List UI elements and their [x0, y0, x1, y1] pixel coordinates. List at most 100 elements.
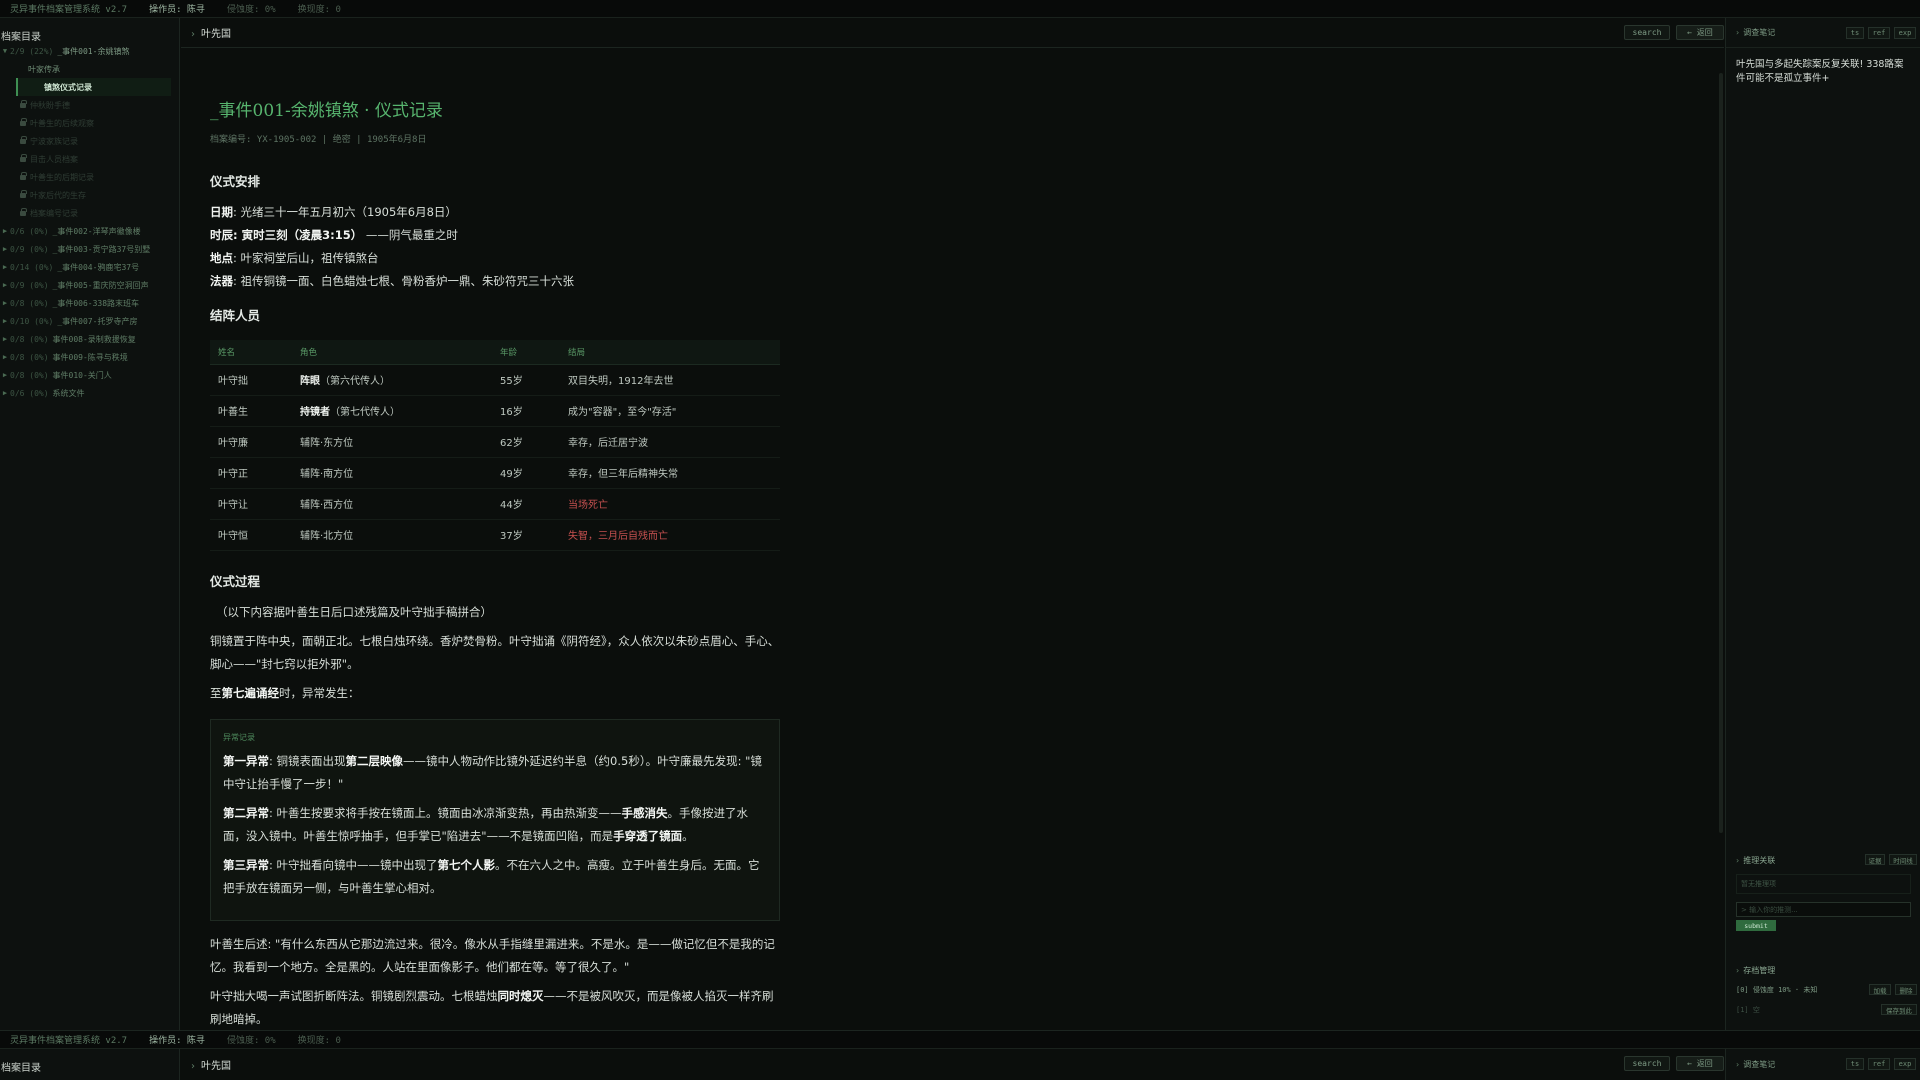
case-item[interactable]: ▶ 0/8 (0%) 事件009-陈寻与秩境: [0, 348, 179, 366]
case-sub-item[interactable]: 仲秋盼手德: [0, 96, 179, 114]
arrangement-row: 时辰: 寅时三刻（凌晨3:15） ——阴气最重之时: [210, 224, 780, 247]
case-tree: ▼ 2/9 (22%) _事件001-余姚镇煞 叶家传承 镇煞仪式记录 仲秋盼手德叶…: [0, 42, 179, 402]
person-name: 叶守拙: [210, 364, 292, 396]
arrangement-list: 日期: 光绪三十一年五月初六（1905年6月8日） 时辰: 寅时三刻（凌晨3:15…: [210, 201, 780, 293]
search-button[interactable]: search: [1624, 1056, 1670, 1071]
case-name: _事件003-贡宁路37号别墅: [52, 244, 151, 254]
notes-textarea[interactable]: 叶先国与多起失踪案反复关联! 338路案件可能不是孤立事件+: [1726, 48, 1920, 86]
person-role: 阵眼（第六代传人）: [292, 364, 492, 396]
back-button[interactable]: ← 返回: [1676, 1056, 1724, 1071]
case-name: _事件006-338路末班车: [52, 298, 140, 308]
chevron-right-icon: ▶: [2, 371, 8, 379]
notes-panel: › 调查笔记 ts ref exp 叶先国与多起失踪案反复关联! 338路案件可能…: [1725, 18, 1920, 1030]
paragraph: 叶守拙大喝一声试图折断阵法。铜镜剧烈震动。七根蜡烛同时熄灭——不是被风吹灭，而是…: [210, 988, 774, 1026]
column-header: 角色: [292, 340, 492, 365]
case-sub-item[interactable]: 宁波家族记录: [0, 132, 179, 150]
sub-item-label: 宁波家族记录: [30, 136, 78, 146]
evidence-button[interactable]: 证据: [1865, 854, 1885, 865]
export-button[interactable]: exp: [1894, 1058, 1916, 1070]
search-button[interactable]: search: [1624, 25, 1670, 40]
person-role: 持镜者（第七代传人）: [292, 395, 492, 427]
case-item[interactable]: ▶ 0/6 (0%) 系统文件: [0, 384, 179, 402]
table-row: 叶守让 辅阵·西方位 44岁 当场死亡: [210, 488, 780, 520]
lock-icon: [20, 117, 27, 126]
breadcrumb-label[interactable]: 叶先国: [201, 1061, 231, 1072]
arrangement-row: 法器: 祖传铜镜一面、白色蜡烛七根、骨粉香炉一鼎、朱砂符咒三十六张: [210, 270, 780, 293]
chevron-right-icon: ›: [1736, 28, 1740, 37]
case-sub-item[interactable]: 目击人员档案: [0, 150, 179, 168]
role-rest: （第六代传人）: [320, 376, 390, 387]
timestamp-button[interactable]: ts: [1846, 1058, 1864, 1070]
case-item[interactable]: ▶ 0/8 (0%) 事件008-录制救援恢复: [0, 330, 179, 348]
erosion-readout: 侵蚀度: 0%: [226, 1036, 276, 1046]
role-rest: （第七代传人）: [330, 407, 400, 418]
anomaly-text: : 铜镜表面出现: [269, 753, 346, 768]
case-sub-item[interactable]: 叶家后代的生存: [0, 186, 179, 204]
paragraph: 铜镜置于阵中央，面朝正北。七根白烛环绕。香炉焚骨粉。叶守拙诵《阴符经》，众人依次…: [210, 633, 780, 671]
reference-button[interactable]: ref: [1868, 27, 1890, 39]
erosion-readout: 侵蚀度: 0%: [226, 5, 276, 15]
timeline-button[interactable]: 时间线: [1889, 854, 1917, 865]
person-age: 44岁: [492, 488, 560, 520]
submit-button[interactable]: submit: [1736, 920, 1776, 931]
chevron-right-icon: ▶: [2, 317, 8, 325]
anomaly-text: 。: [682, 828, 694, 843]
chevron-right-icon: ▶: [2, 299, 8, 307]
operator-label: 操作员: 陈寻: [149, 5, 205, 15]
case-progress: 0/6 (0%): [10, 226, 49, 236]
timestamp-button[interactable]: ts: [1846, 27, 1864, 39]
table-header-row: 姓名 角色 年龄 结局: [210, 340, 780, 365]
case-item[interactable]: ▶ 0/8 (0%) 事件010-关门人: [0, 366, 179, 384]
person-role: 辅阵·北方位: [292, 519, 492, 551]
chevron-right-icon: ›: [191, 1060, 195, 1072]
chevron-right-icon: ›: [1736, 965, 1740, 975]
anomaly-readout: 换现度: 0: [297, 1036, 341, 1046]
chevron-right-icon: ▶: [2, 245, 8, 253]
case-sub-item[interactable]: 镇煞仪式记录: [16, 78, 171, 96]
sidebar-title: 档案目录: [1, 1063, 41, 1074]
paragraph: 至第七遍诵经时，异常发生：: [210, 685, 360, 700]
save-here-button[interactable]: 保存到此: [1881, 1004, 1917, 1015]
delete-button[interactable]: 删除: [1895, 984, 1917, 995]
main-panel: › 叶先国 search ← 返回 _事件001-余姚镇煞 · 仪式记录 档案编号…: [181, 18, 1724, 1030]
reference-button[interactable]: ref: [1868, 1058, 1890, 1070]
breadcrumb-label[interactable]: 叶先国: [201, 29, 231, 40]
case-item[interactable]: ▶ 0/8 (0%) _事件006-338路末班车: [0, 294, 179, 312]
save-slot: [0] 侵蚀度 10% · 未知 加载 删除: [1726, 980, 1920, 1000]
main-header: › 叶先国 search ← 返回: [181, 1049, 1724, 1080]
case-sub-item[interactable]: 叶善生的后期记录: [0, 168, 179, 186]
case-progress: 0/9 (0%): [10, 280, 49, 290]
case-progress: 0/8 (0%): [10, 298, 49, 308]
load-button[interactable]: 加载: [1869, 984, 1891, 995]
role-rest: 辅阵·北方位: [300, 531, 354, 542]
role-rest: 辅阵·西方位: [300, 500, 354, 511]
case-name: _事件001-余姚镇煞: [57, 46, 130, 56]
case-item[interactable]: ▶ 0/10 (0%) _事件007-托罗寺产房: [0, 312, 179, 330]
case-progress: 2/9 (22%): [10, 46, 54, 56]
arrangement-strong: : 寅时三刻（凌晨3:15）: [233, 228, 363, 242]
case-item[interactable]: ▶ 0/6 (0%) _事件002-洋琴声徽像楼: [0, 222, 179, 240]
case-sub-item[interactable]: 叶家传承: [0, 60, 179, 78]
column-header: 结局: [560, 340, 780, 365]
case-name: 事件009-陈寻与秩境: [52, 352, 128, 362]
anomaly-label: 异常记录: [223, 732, 255, 742]
section-heading: 仪式安排: [210, 174, 261, 189]
back-button[interactable]: ← 返回: [1676, 25, 1724, 40]
lock-icon: [20, 207, 27, 216]
export-button[interactable]: exp: [1894, 27, 1916, 39]
anomaly-entry: 第三异常: 叶守拙看向镜中——镜中出现了第七个人影。不在六人之中。高瘦。立于叶善…: [223, 854, 769, 900]
case-sub-item[interactable]: 档案编号记录: [0, 204, 179, 222]
reasoning-input[interactable]: > 输入你的推测...: [1736, 902, 1911, 917]
person-name: 叶守恒: [210, 519, 292, 551]
case-item-open[interactable]: ▼ 2/9 (22%) _事件001-余姚镇煞: [0, 42, 179, 60]
case-item[interactable]: ▶ 0/9 (0%) _事件005-重庆防空洞回声: [0, 276, 179, 294]
sub-item-label: 叶善生的后期记录: [30, 172, 94, 182]
case-item[interactable]: ▶ 0/14 (0%) _事件004-鸦鹿宅37号: [0, 258, 179, 276]
scrollbar[interactable]: [1719, 73, 1723, 833]
case-sub-item[interactable]: 叶善生的后续观察: [0, 114, 179, 132]
case-name: 事件008-录制救援恢复: [52, 334, 136, 344]
person-fate: 当场死亡: [560, 488, 780, 520]
case-item[interactable]: ▶ 0/9 (0%) _事件003-贡宁路37号别墅: [0, 240, 179, 258]
chevron-right-icon: ▶: [2, 227, 8, 235]
notes-header-inner: › 调查笔记 ts ref exp: [1726, 1049, 1920, 1079]
